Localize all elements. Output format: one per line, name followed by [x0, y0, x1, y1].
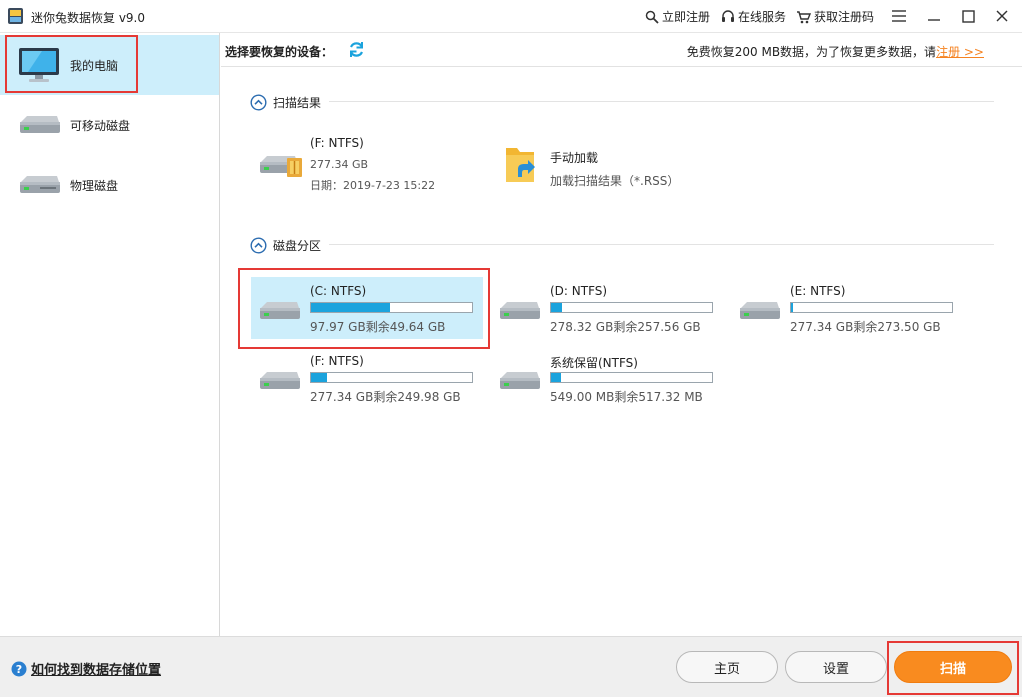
- partition-name: (D: NTFS): [550, 284, 608, 298]
- result-drive-name: (F: NTFS): [310, 136, 364, 150]
- partition-capacity: 97.97 GB剩余49.64 GB: [310, 320, 446, 334]
- partition-tile[interactable]: 系统保留(NTFS) 549.00 MB剩余517.32 MB: [491, 347, 723, 409]
- partition-capacity: 549.00 MB剩余517.32 MB: [550, 390, 703, 404]
- scan-results-header[interactable]: 扫描结果: [250, 94, 321, 111]
- divider: [329, 244, 994, 245]
- svg-text:?: ?: [16, 663, 22, 676]
- scan-result-f-drive[interactable]: (F: NTFS) 277.34 GB 日期：2019-7-23 15:22: [258, 136, 458, 196]
- maximize-button[interactable]: [957, 5, 979, 27]
- device-select-header: 选择要恢复的设备： 免费恢复200 MB数据，为了恢复更多数据，请注册 >>: [221, 33, 1022, 67]
- partition-name: (F: NTFS): [310, 354, 364, 368]
- result-drive-size: 277.34 GB: [310, 158, 369, 171]
- partition-capacity: 277.34 GB剩余273.50 GB: [790, 320, 941, 334]
- physical-disk-icon: [20, 176, 60, 193]
- help-link-text: 如何找到数据存储位置: [31, 663, 162, 678]
- removable-disk-icon: [20, 116, 60, 133]
- promo-text: 免费恢复200 MB数据，为了恢复更多数据，请注册 >>: [687, 43, 984, 60]
- partition-tile[interactable]: (F: NTFS) 277.34 GB剩余249.98 GB: [251, 347, 483, 409]
- headset-icon: [722, 9, 734, 22]
- partition-name: (C: NTFS): [310, 284, 367, 298]
- maximize-icon: [961, 9, 975, 23]
- manual-load-title: 手动加载: [550, 151, 599, 165]
- usage-bar: [310, 302, 473, 313]
- online-service-label: 在线服务: [738, 10, 787, 24]
- sidebar-item-physical-disk[interactable]: 物理磁盘: [0, 155, 219, 215]
- sidebar-item-label: 物理磁盘: [70, 178, 119, 193]
- help-icon: ?: [11, 661, 27, 676]
- get-code-label: 获取注册码: [814, 10, 875, 24]
- cart-icon: [797, 10, 811, 23]
- usage-bar: [550, 372, 713, 383]
- key-search-icon: [645, 10, 659, 24]
- hard-drive-icon: [500, 372, 540, 389]
- minimize-button[interactable]: [923, 5, 945, 27]
- sidebar-item-my-computer[interactable]: 我的电脑: [0, 35, 219, 95]
- online-service-link[interactable]: 在线服务: [721, 8, 786, 25]
- hard-drive-icon: [740, 302, 780, 319]
- partition-name: (E: NTFS): [790, 284, 846, 298]
- sidebar: 我的电脑 可移动磁盘 物理磁盘: [0, 33, 220, 636]
- app-title: 迷你兔数据恢复 v9.0: [31, 11, 146, 25]
- partition-tile[interactable]: (E: NTFS) 277.34 GB剩余273.50 GB: [731, 277, 963, 339]
- result-drive-date: 日期：2019-7-23 15:22: [310, 179, 436, 192]
- settings-button[interactable]: 设置: [785, 651, 887, 683]
- scan-button[interactable]: 扫描: [894, 651, 1012, 683]
- main-content: 扫描结果 (F: NTFS) 277.34 GB 日期：2019-7-23 15…: [221, 68, 1022, 636]
- folder-arrow-icon: [506, 148, 535, 182]
- register-now-link[interactable]: 立即注册: [645, 8, 710, 25]
- hard-drive-icon: [260, 302, 300, 319]
- refresh-icon[interactable]: [348, 41, 365, 58]
- menu-icon: [892, 10, 906, 22]
- sidebar-item-removable-disk[interactable]: 可移动磁盘: [0, 95, 219, 155]
- partition-capacity: 278.32 GB剩余257.56 GB: [550, 320, 701, 334]
- usage-bar-fill: [311, 303, 390, 312]
- menu-button[interactable]: [888, 5, 910, 27]
- help-link[interactable]: ? 如何找到数据存储位置: [11, 659, 161, 678]
- divider: [329, 101, 994, 102]
- home-button[interactable]: 主页: [676, 651, 778, 683]
- collapse-chevron-icon: [250, 94, 267, 111]
- app-logo-icon: [8, 8, 23, 24]
- close-button[interactable]: [991, 5, 1013, 27]
- usage-bar-fill: [791, 303, 794, 312]
- partition-tile[interactable]: (C: NTFS) 97.97 GB剩余49.64 GB: [251, 277, 483, 339]
- partition-tile[interactable]: (D: NTFS) 278.32 GB剩余257.56 GB: [491, 277, 723, 339]
- partition-name: 系统保留(NTFS): [550, 356, 638, 370]
- usage-bar-fill: [551, 303, 563, 312]
- select-device-label: 选择要恢复的设备：: [225, 45, 334, 59]
- manual-load-card[interactable]: 手动加载 加载扫描结果（*.RSS）: [504, 140, 714, 188]
- scan-results-title: 扫描结果: [273, 96, 322, 110]
- drive-lock-icon: [260, 156, 302, 177]
- promo-message: 免费恢复200 MB数据，为了恢复更多数据，请: [686, 45, 937, 59]
- hard-drive-icon: [500, 302, 540, 319]
- monitor-icon: [19, 48, 59, 82]
- close-icon: [996, 10, 1008, 22]
- hard-drive-icon: [260, 372, 300, 389]
- get-code-link[interactable]: 获取注册码: [796, 8, 874, 25]
- usage-bar-fill: [551, 373, 561, 382]
- collapse-chevron-icon: [250, 237, 267, 254]
- sidebar-item-label: 可移动磁盘: [70, 118, 131, 133]
- usage-bar: [550, 302, 713, 313]
- register-now-label: 立即注册: [662, 10, 711, 24]
- usage-bar-fill: [311, 373, 328, 382]
- title-bar: 迷你兔数据恢复 v9.0 立即注册 在线服务 获取注册码: [0, 0, 1022, 33]
- partitions-header[interactable]: 磁盘分区: [250, 237, 321, 254]
- partition-capacity: 277.34 GB剩余249.98 GB: [310, 390, 461, 404]
- bottom-bar: ? 如何找到数据存储位置 主页 设置 扫描: [0, 636, 1022, 697]
- usage-bar: [310, 372, 473, 383]
- register-link[interactable]: 注册 >>: [936, 45, 984, 59]
- partitions-title: 磁盘分区: [273, 239, 322, 253]
- sidebar-item-label: 我的电脑: [70, 58, 119, 73]
- minimize-icon: [928, 19, 940, 21]
- usage-bar: [790, 302, 953, 313]
- manual-load-desc: 加载扫描结果（*.RSS）: [550, 174, 680, 188]
